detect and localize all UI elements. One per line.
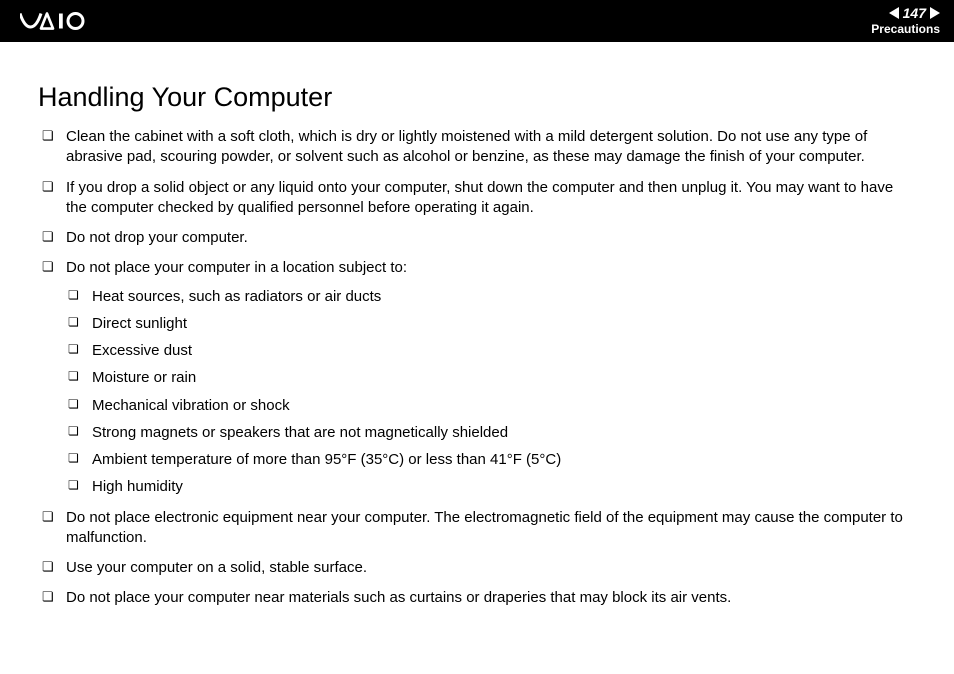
sub-list: Heat sources, such as radiators or air d… xyxy=(66,287,916,498)
page-title: Handling Your Computer xyxy=(38,82,916,113)
page-nav: 147 Precautions xyxy=(871,6,940,37)
sub-list-item: Excessive dust xyxy=(66,341,916,361)
sub-list-item: High humidity xyxy=(66,477,916,497)
list-item: Do not place electronic equipment near y… xyxy=(38,508,916,549)
content-area: Handling Your Computer Clean the cabinet… xyxy=(0,42,954,609)
list-item-text: Do not place your computer in a location… xyxy=(66,259,407,276)
sub-list-item: Direct sunlight xyxy=(66,314,916,334)
vaio-logo xyxy=(20,11,110,31)
next-page-icon[interactable] xyxy=(930,7,940,19)
list-item: Clean the cabinet with a soft cloth, whi… xyxy=(38,127,916,168)
list-item: Use your computer on a solid, stable sur… xyxy=(38,558,916,578)
sub-list-item: Heat sources, such as radiators or air d… xyxy=(66,287,916,307)
sub-list-item: Moisture or rain xyxy=(66,368,916,388)
sub-list-item: Mechanical vibration or shock xyxy=(66,396,916,416)
sub-list-item: Ambient temperature of more than 95°F (3… xyxy=(66,450,916,470)
precaution-list: Clean the cabinet with a soft cloth, whi… xyxy=(38,127,916,609)
prev-page-icon[interactable] xyxy=(889,7,899,19)
list-item: Do not place your computer near material… xyxy=(38,588,916,608)
section-name: Precautions xyxy=(871,23,940,36)
sub-list-item: Strong magnets or speakers that are not … xyxy=(66,423,916,443)
list-item: Do not place your computer in a location… xyxy=(38,258,916,497)
list-item: If you drop a solid object or any liquid… xyxy=(38,178,916,219)
page-header: 147 Precautions xyxy=(0,0,954,42)
list-item: Do not drop your computer. xyxy=(38,228,916,248)
page-number: 147 xyxy=(903,6,926,21)
